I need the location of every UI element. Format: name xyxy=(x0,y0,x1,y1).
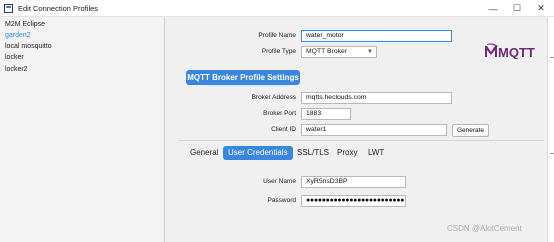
client-id-label: Client ID xyxy=(271,126,296,133)
mqtt-logo-text: MQTT xyxy=(498,45,535,59)
username-label: User Name xyxy=(263,178,296,185)
profile-name-label: Profile Name xyxy=(258,32,296,39)
tab-ssl-tls[interactable]: SSL/TLS xyxy=(297,146,329,160)
close-button[interactable]: ✕ xyxy=(528,0,554,17)
tab-user-credentials[interactable]: User Credentials xyxy=(223,146,293,160)
tab-general[interactable]: General xyxy=(190,146,218,160)
password-input[interactable]: ●●●●●●●●●●●●●●●●●●●●●●●●●●●●●●●●●●●● xyxy=(301,195,406,207)
divider xyxy=(178,140,544,141)
profile-type-label: Profile Type xyxy=(261,48,296,55)
profile-name-input[interactable]: water_motor xyxy=(301,30,452,42)
profile-item-garden2[interactable]: garden2 xyxy=(5,32,31,39)
broker-address-label: Broker Address xyxy=(251,94,296,101)
tab-proxy[interactable]: Proxy xyxy=(337,146,357,160)
broker-address-input[interactable]: mqtts.heclouds.com xyxy=(301,92,452,104)
watermark: CSDN @AlotCement xyxy=(447,224,522,233)
client-id-input[interactable]: water1 xyxy=(301,124,447,136)
mqtt-logo: MQTT xyxy=(485,43,535,59)
profile-list: M2M Eclipse garden2 local mosquitto lock… xyxy=(0,17,165,242)
maximize-button[interactable]: ☐ xyxy=(504,0,530,17)
broker-port-label: Broker Port xyxy=(263,110,296,117)
profile-item-m2m-eclipse[interactable]: M2M Eclipse xyxy=(5,21,45,28)
generate-button[interactable]: Generate xyxy=(452,124,489,137)
profile-settings-panel: Profile Name water_motor Profile Type MQ… xyxy=(166,17,547,242)
profile-type-select[interactable]: MQTT Broker ▼ xyxy=(301,46,377,58)
broker-settings-section-button[interactable]: MQTT Broker Profile Settings xyxy=(186,70,300,85)
minimize-button[interactable]: — xyxy=(480,0,506,17)
chevron-down-icon: ▼ xyxy=(367,49,373,55)
profile-item-local-mosquitto[interactable]: local mosquitto xyxy=(5,43,52,50)
tab-lwt[interactable]: LWT xyxy=(368,146,384,160)
title-bar: Edit Connection Profiles — ☐ ✕ xyxy=(0,0,554,17)
app-icon xyxy=(4,4,13,13)
window-edge xyxy=(547,17,554,242)
password-label: Password xyxy=(267,197,296,204)
edge-tick xyxy=(550,153,554,154)
broker-port-input[interactable]: 1883 xyxy=(301,108,351,120)
profile-type-value: MQTT Broker xyxy=(306,48,348,55)
profile-item-locker[interactable]: locker xyxy=(5,54,24,61)
profile-item-locker2[interactable]: locker2 xyxy=(5,66,28,73)
window-title: Edit Connection Profiles xyxy=(18,4,99,13)
username-input[interactable]: XyR5nsD3BP xyxy=(301,176,406,188)
edge-tick xyxy=(550,57,554,58)
